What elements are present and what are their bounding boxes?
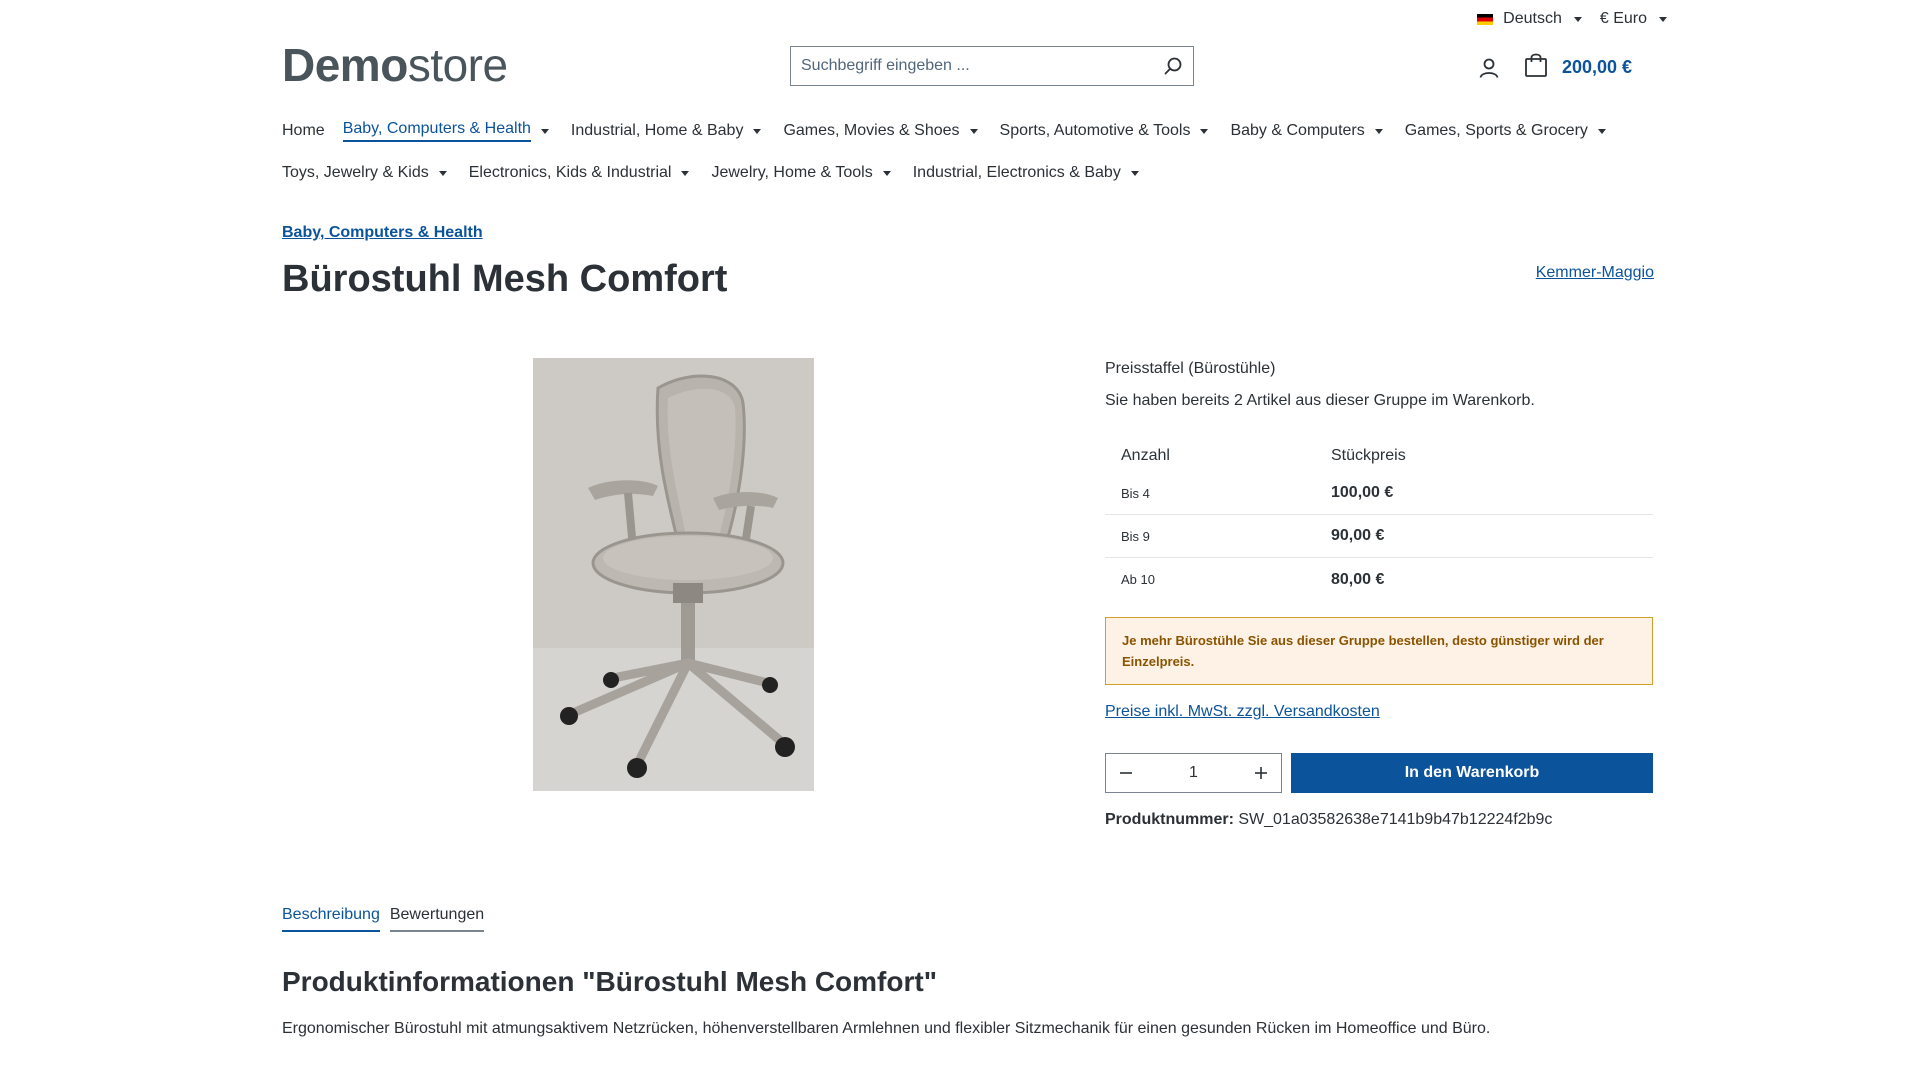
nav-item-baby-computers-health[interactable]: Baby, Computers & Health xyxy=(342,120,549,142)
nav-item-jewelry-home-tools[interactable]: Jewelry, Home & Tools xyxy=(711,162,891,184)
price-group-label: Preisstaffel (Bürostühle) xyxy=(1105,360,1276,377)
nav-item-industrial-electronics-baby[interactable]: Industrial, Electronics & Baby xyxy=(913,162,1139,184)
chevron-down-icon xyxy=(1200,128,1209,134)
nav-item-label: Electronics, Kids & Industrial xyxy=(468,164,672,181)
tab-reviews[interactable]: Bewertungen xyxy=(389,906,485,932)
search-icon[interactable] xyxy=(1153,47,1193,85)
user-icon[interactable] xyxy=(1477,56,1501,80)
tier-quantity: Ab 10 xyxy=(1121,572,1155,587)
nav-item-label: Baby, Computers & Health xyxy=(342,120,531,142)
logo-light-text: store xyxy=(407,39,508,91)
nav-item-label: Toys, Jewelry & Kids xyxy=(282,164,429,181)
nav-item-baby-computers[interactable]: Baby & Computers xyxy=(1230,120,1383,142)
price-tier-alert: Je mehr Bürostühle Sie aus dieser Gruppe… xyxy=(1105,617,1653,685)
group-cart-info: Sie haben bereits 2 Artikel aus dieser G… xyxy=(1105,392,1535,409)
currency-label: € Euro xyxy=(1599,10,1647,27)
tier-price: 90,00 € xyxy=(1331,527,1385,544)
plus-icon[interactable] xyxy=(1241,754,1281,792)
nav-item-label: Industrial, Home & Baby xyxy=(570,122,744,139)
chevron-down-icon xyxy=(969,128,978,134)
chevron-down-icon xyxy=(882,170,891,176)
breadcrumb[interactable]: Baby, Computers & Health xyxy=(282,224,483,242)
search-input[interactable] xyxy=(791,47,1153,85)
tax-shipping-link[interactable]: Preise inkl. MwSt. zzgl. Versandkosten xyxy=(1105,703,1380,721)
table-row: Bis 9 90,00 € xyxy=(1105,515,1653,558)
product-tabs: Beschreibung Bewertungen xyxy=(282,906,485,932)
nav-item-games-sports-grocery[interactable]: Games, Sports & Grocery xyxy=(1405,120,1606,142)
nav-item-toys-jewelry-kids[interactable]: Toys, Jewelry & Kids xyxy=(282,162,447,184)
tier-price: 100,00 € xyxy=(1331,484,1394,501)
nav-item-games-movies-shoes[interactable]: Games, Movies & Shoes xyxy=(783,120,978,142)
cart-button[interactable]: 200,00 € xyxy=(1524,52,1632,83)
logo-bold-text: Demo xyxy=(282,39,408,91)
minus-icon[interactable] xyxy=(1106,754,1146,792)
currency-selector[interactable]: € Euro xyxy=(1600,10,1667,28)
table-row: Ab 10 80,00 € xyxy=(1105,558,1653,601)
store-logo[interactable]: Demostore xyxy=(282,38,508,92)
column-header-unit-price: Stückpreis xyxy=(1331,447,1406,464)
nav-item-sports-automotive-tools[interactable]: Sports, Automotive & Tools xyxy=(1000,120,1209,142)
chevron-down-icon xyxy=(681,170,690,176)
search-bar xyxy=(790,46,1194,86)
topbar: Deutsch € Euro xyxy=(1477,10,1667,28)
tier-quantity: Bis 4 xyxy=(1121,485,1150,501)
product-image[interactable] xyxy=(533,358,814,791)
nav-item-label: Games, Sports & Grocery xyxy=(1404,122,1588,139)
nav-item-electronics-kids-industrial[interactable]: Electronics, Kids & Industrial xyxy=(469,162,690,184)
chevron-down-icon xyxy=(1573,16,1582,22)
chevron-down-icon xyxy=(1130,170,1139,176)
product-number-value: SW_01a03582638e7141b9b47b12224f2b9c xyxy=(1238,811,1553,828)
chevron-down-icon xyxy=(1374,128,1383,134)
nav-item-label: Games, Movies & Shoes xyxy=(783,122,960,139)
nav-item-label: Baby & Computers xyxy=(1230,122,1365,139)
product-number-label: Produktnummer: xyxy=(1105,811,1234,828)
table-row: Bis 4 100,00 € xyxy=(1105,472,1653,515)
chevron-down-icon xyxy=(1597,128,1606,134)
chevron-down-icon xyxy=(1659,16,1667,22)
nav-item-label: Industrial, Electronics & Baby xyxy=(912,164,1121,181)
language-selector[interactable]: Deutsch xyxy=(1477,10,1582,28)
product-title: Bürostuhl Mesh Comfort xyxy=(282,258,728,300)
chevron-down-icon xyxy=(540,128,549,134)
description-title: Produktinformationen "Bürostuhl Mesh Com… xyxy=(282,966,937,997)
nav-item-label: Sports, Automotive & Tools xyxy=(999,122,1191,139)
manufacturer-link[interactable]: Kemmer-Maggio xyxy=(1536,264,1654,282)
nav-item-label: Jewelry, Home & Tools xyxy=(711,164,873,181)
tier-quantity: Bis 9 xyxy=(1121,528,1150,544)
tier-price: 80,00 € xyxy=(1331,570,1385,588)
nav-item-label: Home xyxy=(282,122,325,139)
language-label: Deutsch xyxy=(1503,10,1562,27)
quantity-value[interactable]: 1 xyxy=(1189,764,1198,782)
buy-box: Preisstaffel (Bürostühle) Sie haben bere… xyxy=(1105,360,1653,829)
quantity-stepper: 1 xyxy=(1105,753,1282,793)
chevron-down-icon xyxy=(438,170,447,176)
cart-total: 200,00 € xyxy=(1562,57,1633,77)
german-flag-icon xyxy=(1477,13,1494,25)
tab-description[interactable]: Beschreibung xyxy=(282,906,380,932)
product-number: Produktnummer: SW_01a03582638e7141b9b47b… xyxy=(1105,811,1653,829)
nav-item-home[interactable]: Home xyxy=(282,120,325,142)
nav-item-industrial-home-baby[interactable]: Industrial, Home & Baby xyxy=(571,120,762,142)
add-to-cart-button[interactable]: In den Warenkorb xyxy=(1291,753,1653,793)
main-navigation: Home Baby, Computers & Health Industrial… xyxy=(282,120,1662,184)
column-header-quantity: Anzahl xyxy=(1121,447,1170,464)
price-table-header: Anzahl Stückpreis xyxy=(1105,440,1653,472)
chevron-down-icon xyxy=(753,128,762,134)
description-text: Ergonomischer Bürostuhl mit atmungsaktiv… xyxy=(282,1020,1491,1037)
price-tier-table: Anzahl Stückpreis Bis 4 100,00 € Bis 9 9… xyxy=(1105,440,1653,601)
buy-row: 1 In den Warenkorb xyxy=(1105,753,1653,793)
shopping-bag-icon xyxy=(1524,52,1548,83)
